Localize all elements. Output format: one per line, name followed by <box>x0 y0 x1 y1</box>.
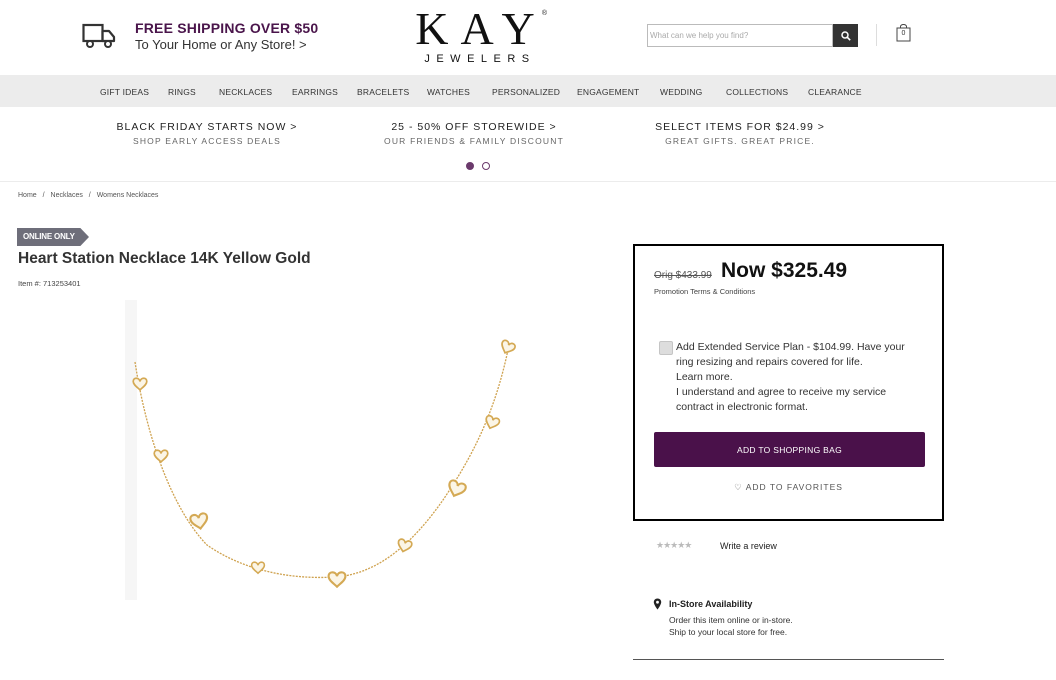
promo-storewide[interactable]: 25 - 50% OFF STOREWIDE > OUR FRIENDS & F… <box>344 121 604 146</box>
original-price: Orig $433.99 <box>654 270 712 281</box>
in-store-availability-title[interactable]: In-Store Availability <box>669 599 752 609</box>
nav-personalized[interactable]: PERSONALIZED <box>492 87 560 97</box>
kay-logo[interactable]: KAY JEWELERS ® <box>407 3 547 66</box>
product-title: Heart Station Necklace 14K Yellow Gold <box>18 250 311 267</box>
main-navigation: GIFT IDEAS RINGS NECKLACES EARRINGS BRAC… <box>0 75 1056 107</box>
online-only-badge: ONLINE ONLY <box>17 228 89 246</box>
nav-necklaces[interactable]: NECKLACES <box>219 87 272 97</box>
bag-count: 0 <box>901 30 906 37</box>
nav-gift-ideas[interactable]: GIFT IDEAS <box>100 87 149 97</box>
breadcrumb-home[interactable]: Home <box>18 192 37 199</box>
breadcrumb-necklaces[interactable]: Necklaces <box>51 192 83 199</box>
header-divider <box>876 24 877 46</box>
promo-subtitle: OUR FRIENDS & FAMILY DISCOUNT <box>384 136 564 146</box>
promo-divider <box>0 181 1056 182</box>
availability-line-2: Ship to your local store for free. <box>669 627 788 637</box>
esp-learn-more-link[interactable]: Learn more. <box>676 370 921 385</box>
search-icon <box>840 30 851 41</box>
nav-watches[interactable]: WATCHES <box>427 87 470 97</box>
esp-agreement: I understand and agree to receive my ser… <box>676 386 887 413</box>
current-price: Now $325.49 <box>721 259 848 282</box>
availability-divider <box>633 659 944 660</box>
promo-select-items[interactable]: SELECT ITEMS FOR $24.99 > GREAT GIFTS. G… <box>610 121 870 146</box>
write-review-link[interactable]: Write a review <box>720 541 777 551</box>
item-number: Item #: 713253401 <box>18 279 81 288</box>
rating-stars: ★★★★★ <box>656 540 692 550</box>
add-to-bag-button[interactable]: ADD TO SHOPPING BAG <box>654 432 925 467</box>
site-header: FREE SHIPPING OVER $50 To Your Home or A… <box>0 0 1056 75</box>
heart-icon: ♡ <box>734 482 743 492</box>
free-shipping-title[interactable]: FREE SHIPPING OVER $50 <box>135 20 318 36</box>
logo-wordmark: KAY <box>415 3 547 54</box>
search-button[interactable] <box>833 24 858 47</box>
esp-description: Add Extended Service Plan - $104.99. Hav… <box>676 341 905 368</box>
carousel-dot-2[interactable] <box>482 162 490 170</box>
nav-bracelets[interactable]: BRACELETS <box>357 87 409 97</box>
truck-icon <box>82 23 116 48</box>
promo-subtitle: SHOP EARLY ACCESS DEALS <box>132 136 282 146</box>
promotion-terms-link[interactable]: Promotion Terms & Conditions <box>654 287 755 296</box>
nav-earrings[interactable]: EARRINGS <box>292 87 338 97</box>
breadcrumb-separator: / <box>42 192 45 199</box>
nav-rings[interactable]: RINGS <box>168 87 196 97</box>
logo-subtitle: JEWELERS <box>424 53 536 65</box>
search-box <box>647 24 833 47</box>
breadcrumb: Home / Necklaces / Womens Necklaces <box>18 192 162 199</box>
add-to-favorites-button[interactable]: ♡ ADD TO FAVORITES <box>635 482 942 493</box>
nav-engagement[interactable]: ENGAGEMENT <box>577 87 639 97</box>
buy-box: Orig $433.99 Now $325.49 Promotion Terms… <box>633 244 944 521</box>
promo-subtitle: GREAT GIFTS. GREAT PRICE. <box>665 136 815 146</box>
location-pin-icon <box>653 598 662 610</box>
promo-title: SELECT ITEMS FOR $24.99 > <box>655 121 825 133</box>
extended-service-plan-text: Add Extended Service Plan - $104.99. Hav… <box>676 340 921 415</box>
promo-black-friday[interactable]: BLACK FRIDAY STARTS NOW > SHOP EARLY ACC… <box>77 121 337 146</box>
carousel-dot-1[interactable] <box>466 162 474 170</box>
nav-clearance[interactable]: CLEARANCE <box>808 87 862 97</box>
nav-collections[interactable]: COLLECTIONS <box>726 87 788 97</box>
promo-title: 25 - 50% OFF STOREWIDE > <box>391 121 557 133</box>
promo-title: BLACK FRIDAY STARTS NOW > <box>116 121 298 133</box>
search-input[interactable] <box>648 25 832 46</box>
product-image[interactable] <box>125 300 525 600</box>
nav-wedding[interactable]: WEDDING <box>660 87 702 97</box>
favorites-label: ADD TO FAVORITES <box>745 482 843 492</box>
availability-line-1: Order this item online or in-store. <box>669 615 793 625</box>
breadcrumb-separator: / <box>88 192 91 199</box>
free-shipping-link[interactable]: To Your Home or Any Store! > <box>135 37 307 52</box>
registered-mark: ® <box>541 10 547 17</box>
extended-service-plan-checkbox[interactable] <box>659 341 673 355</box>
breadcrumb-womens-necklaces[interactable]: Womens Necklaces <box>97 192 159 199</box>
